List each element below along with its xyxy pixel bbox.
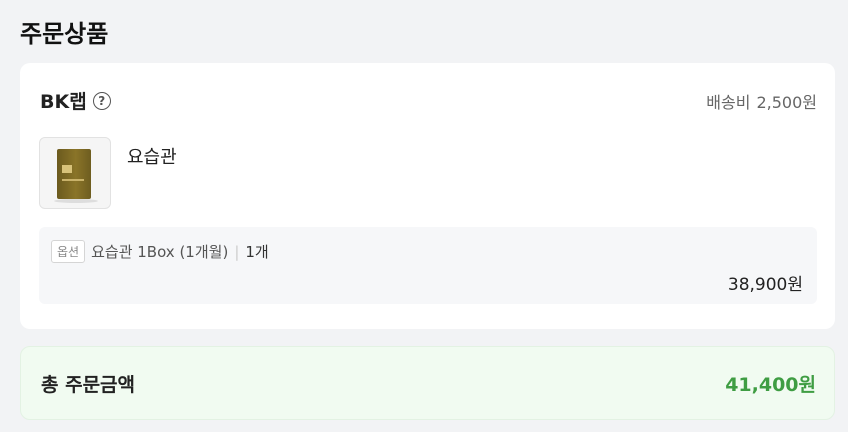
shipping-fee: 배송비 2,500원	[706, 89, 817, 113]
option-line: 옵션 요습관 1Box (1개월) | 1개	[51, 240, 269, 263]
seller-info: BK랩 ?	[40, 87, 111, 114]
option-tag: 옵션	[51, 240, 86, 263]
total-label: 총 주문금액	[41, 373, 136, 396]
order-item-card: BK랩 ? 배송비 2,500원 요습관 옵션 요습관 1Box (1개월) |…	[20, 63, 835, 329]
product-box-image	[57, 149, 91, 199]
section-title: 주문상품	[20, 20, 109, 48]
option-quantity: 1개	[245, 243, 269, 261]
total-value: 41,400원	[725, 373, 816, 396]
seller-name: BK랩	[40, 91, 87, 113]
option-text: 요습관 1Box (1개월)	[91, 243, 229, 261]
question-circle-icon[interactable]: ?	[92, 91, 111, 110]
product-row: 요습관	[39, 137, 177, 209]
option-separator: |	[234, 242, 240, 261]
shipping-value: 2,500원	[756, 92, 817, 112]
option-box: 옵션 요습관 1Box (1개월) | 1개 38,900원	[39, 227, 817, 304]
seller-row: BK랩 ? 배송비 2,500원	[40, 87, 817, 114]
option-price: 38,900원	[727, 275, 803, 295]
shipping-label: 배송비	[706, 92, 751, 112]
product-name[interactable]: 요습관	[127, 143, 177, 209]
product-thumbnail[interactable]	[39, 137, 111, 209]
total-order-amount: 총 주문금액 41,400원	[20, 346, 835, 420]
